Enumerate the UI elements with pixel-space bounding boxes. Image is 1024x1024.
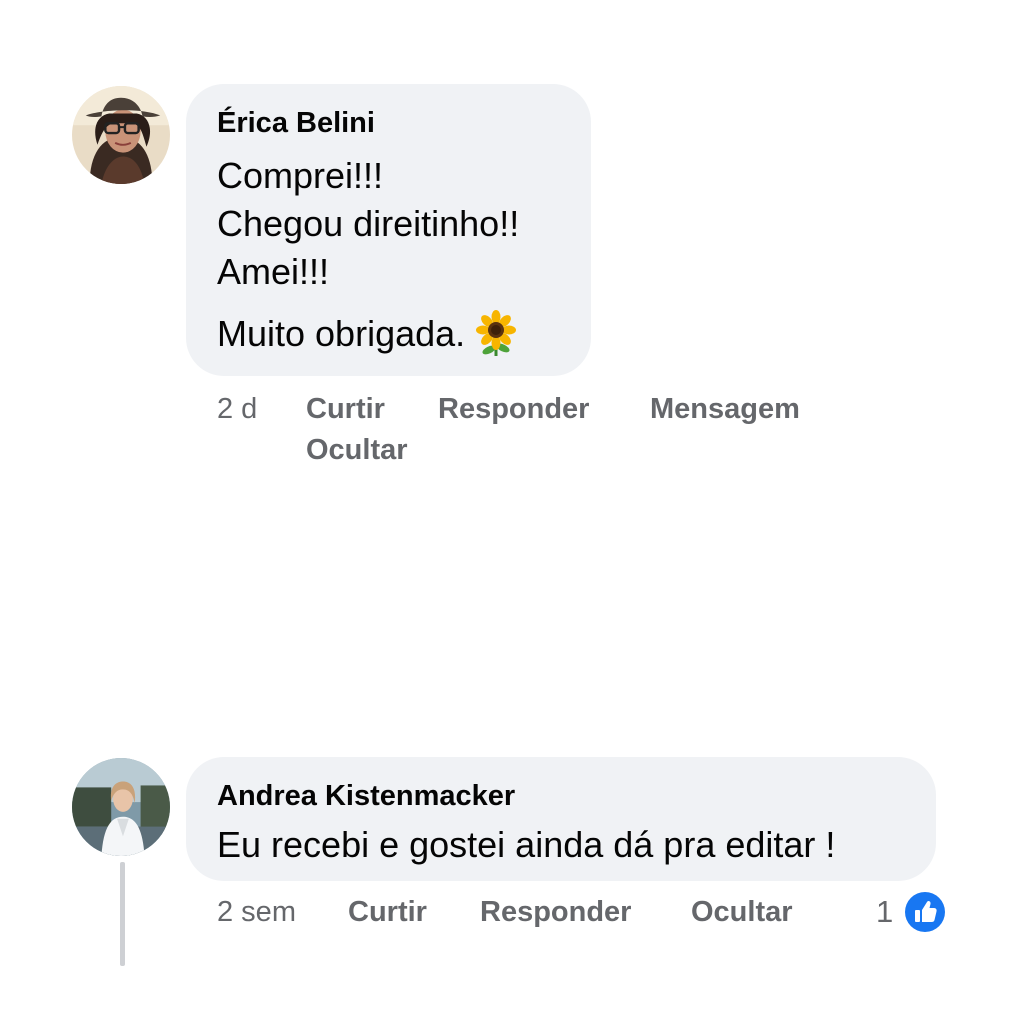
comment-bubble-andrea: Andrea Kistenmacker Eu recebi e gostei a…: [186, 757, 936, 881]
sunflower-icon: [475, 310, 517, 356]
comment-line: Chegou direitinho!!: [217, 203, 520, 244]
like-button[interactable]: Curtir: [306, 389, 385, 429]
reply-button[interactable]: Responder: [480, 892, 631, 932]
like-button[interactable]: Curtir: [348, 892, 427, 932]
comment-text: Eu recebi e gostei ainda dá pra editar !: [217, 824, 836, 865]
comment-line-text: Muito obrigada.: [217, 313, 466, 354]
thread-line: [120, 862, 125, 966]
comment-line-last: Muito obrigada.: [217, 310, 591, 358]
comment-bubble-erica: Érica Belini Comprei!!! Chegou direitinh…: [186, 84, 591, 376]
comment-timestamp[interactable]: 2 d: [217, 389, 257, 429]
avatar-erica[interactable]: [72, 86, 170, 184]
comment-line: Comprei!!!: [217, 155, 384, 196]
comment-line: Amei!!!: [217, 251, 330, 292]
avatar-andrea[interactable]: [72, 758, 170, 856]
message-button[interactable]: Mensagem: [650, 389, 800, 429]
comment-author[interactable]: Andrea Kistenmacker: [217, 779, 936, 813]
comment-author[interactable]: Érica Belini: [217, 106, 591, 140]
comment-timestamp[interactable]: 2 sem: [217, 892, 296, 932]
reaction-count[interactable]: 1: [876, 894, 893, 930]
hide-button[interactable]: Ocultar: [306, 430, 408, 470]
comment-text: Comprei!!! Chegou direitinho!! Amei!!! M…: [217, 152, 591, 358]
hide-button[interactable]: Ocultar: [691, 892, 793, 932]
thumbs-up-icon[interactable]: [905, 892, 945, 932]
reply-button[interactable]: Responder: [438, 389, 589, 429]
